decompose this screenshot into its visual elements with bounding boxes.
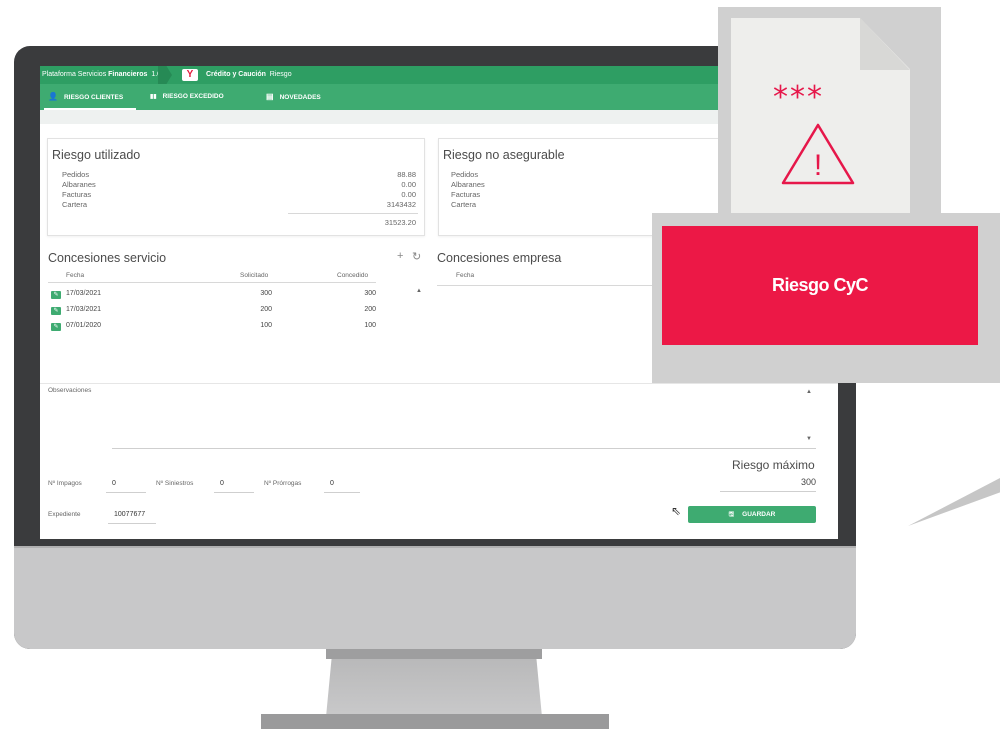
monitor-chin-edge: [14, 546, 856, 548]
cell-solicitado: 100: [260, 322, 272, 329]
siniestros-label: Nº Siniestros: [156, 480, 194, 487]
cell-solicitado: 200: [260, 306, 272, 313]
observaciones-label: Observaciones: [48, 387, 92, 394]
row-label: Facturas: [451, 190, 481, 199]
riesgo-maximo-field[interactable]: 300: [788, 477, 816, 487]
refresh-icon[interactable]: ↻: [412, 250, 421, 263]
expediente-field[interactable]: 10077677: [114, 511, 145, 518]
cell-concedido: 200: [364, 306, 376, 313]
scroll-down-icon[interactable]: ▼: [806, 436, 812, 442]
row-value: 0.00: [401, 180, 416, 189]
cell-fecha: 07/01/2020: [66, 322, 102, 329]
password-stars: ***: [773, 80, 824, 115]
tab-riesgo-excedido[interactable]: ▮▮ RIESGO EXCEDIDO: [150, 84, 224, 110]
mouse-cursor-icon: ⇖: [671, 504, 682, 518]
callout-pointer: [908, 478, 1000, 526]
concesiones-servicio-title: Concesiones servicio: [48, 251, 167, 265]
warning-mark: !: [814, 149, 822, 182]
prorrogas-label: Nº Prórrogas: [264, 480, 302, 487]
cell-fecha: 17/03/2021: [66, 290, 102, 297]
concesiones-empresa-title: Concesiones empresa: [437, 251, 562, 265]
table-header-divider: [48, 282, 376, 283]
row-label: Albaranes: [451, 180, 485, 189]
expediente-label: Expediente: [48, 511, 81, 518]
platform-title: Plataforma Servicios Financieros 1.0: [42, 71, 162, 78]
riesgo-maximo-label: Riesgo máximo: [732, 458, 815, 472]
row-value: 3143432: [386, 200, 416, 209]
edit-row-icon[interactable]: ✎: [51, 323, 61, 331]
column-header-fecha[interactable]: Fecha: [456, 272, 474, 279]
row-label: Pedidos: [451, 170, 479, 179]
row-value: 88.88: [397, 170, 416, 179]
prorrogas-field[interactable]: 0: [330, 480, 334, 487]
save-icon: 🖫: [728, 511, 735, 518]
save-button[interactable]: 🖫 GUARDAR: [688, 506, 816, 523]
section-divider: [40, 383, 838, 384]
impagos-label: Nº Impagos: [48, 480, 82, 487]
cell-fecha: 17/03/2021: [66, 306, 102, 313]
user-icon: 👤: [48, 92, 58, 101]
total-divider: [288, 213, 418, 214]
edit-row-icon[interactable]: ✎: [51, 307, 61, 315]
prorrogas-underline: [324, 492, 360, 493]
bar-chart-icon: ▮▮: [150, 94, 157, 100]
edit-row-icon[interactable]: ✎: [51, 291, 61, 299]
card-title: Riesgo no asegurable: [443, 148, 565, 162]
impagos-field[interactable]: 0: [112, 480, 116, 487]
cell-solicitado: 300: [260, 290, 272, 297]
riesgo-cyc-badge: Riesgo CyC: [662, 226, 978, 345]
column-header-solicitado[interactable]: Solicitado: [240, 272, 268, 279]
riesgo-utilizado-card: Riesgo utilizado Pedidos Albaranes Factu…: [47, 138, 425, 236]
cell-concedido: 300: [364, 290, 376, 297]
row-label: Pedidos: [62, 170, 90, 179]
tab-novedades[interactable]: ▤ NOVEDADES: [266, 84, 321, 110]
add-icon[interactable]: +: [397, 250, 403, 262]
monitor-stand-collar: [326, 649, 542, 659]
breadcrumb-separator: [158, 66, 172, 84]
monitor-stand-neck: [326, 649, 542, 717]
tab-riesgo-clientes[interactable]: 👤 RIESGO CLIENTES: [44, 84, 136, 110]
row-label: Cartera: [62, 200, 88, 209]
warning-icon: !: [781, 123, 855, 185]
scroll-up-icon[interactable]: ▲: [806, 389, 812, 395]
monitor-stand-base: [261, 714, 609, 729]
column-header-concedido[interactable]: Concedido: [337, 272, 368, 279]
observaciones-textarea[interactable]: [112, 448, 816, 449]
total-value: 31523.20: [384, 218, 416, 227]
cell-concedido: 100: [364, 322, 376, 329]
riesgo-maximo-underline: [720, 491, 816, 492]
row-value: 0.00: [401, 190, 416, 199]
siniestros-underline: [214, 492, 254, 493]
row-label: Cartera: [451, 200, 477, 209]
breadcrumb[interactable]: Crédito y Caución Riesgo: [206, 66, 292, 84]
siniestros-field[interactable]: 0: [220, 480, 224, 487]
scroll-up-icon[interactable]: ▲: [416, 288, 422, 294]
company-logo-icon: Y: [182, 69, 198, 81]
document-icon: ▤: [266, 92, 274, 101]
row-label: Facturas: [62, 190, 92, 199]
column-header-fecha[interactable]: Fecha: [66, 272, 84, 279]
row-label: Albaranes: [62, 180, 96, 189]
card-title: Riesgo utilizado: [52, 148, 141, 162]
monitor-chin: [14, 546, 856, 649]
table-header-divider: [437, 285, 667, 286]
expediente-underline: [108, 523, 156, 524]
impagos-underline: [106, 492, 146, 493]
